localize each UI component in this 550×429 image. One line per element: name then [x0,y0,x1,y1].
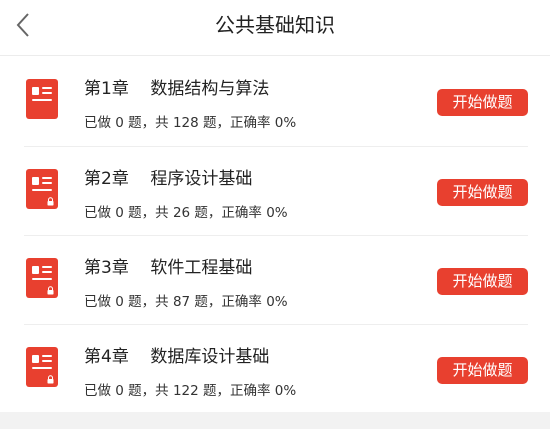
locked-document-icon [26,169,58,209]
chapter-stats: 已做 0 题，共 122 题，正确率 0% [84,383,297,399]
chapter-item: 第1章 数据结构与算法 已做 0 题，共 128 题，正确率 0% 开始做题 [24,57,528,146]
page-title: 公共基础知识 [215,13,335,37]
chapter-stats: 已做 0 题，共 128 题，正确率 0% [84,115,297,131]
chapter-title: 第3章 软件工程基础 [84,258,253,278]
chapter-title: 第2章 程序设计基础 [84,169,253,189]
start-practice-button[interactable]: 开始做题 [437,357,528,384]
locked-document-icon [26,258,58,298]
chapter-stats: 已做 0 题，共 26 题，正确率 0% [84,205,288,221]
header-bar: 公共基础知识 [0,0,550,56]
chapter-stats: 已做 0 题，共 87 题，正确率 0% [84,294,288,310]
lock-icon [47,197,54,206]
lock-icon [47,286,54,295]
footer-bar [0,412,550,429]
chapter-item: 第4章 数据库设计基础 已做 0 题，共 122 题，正确率 0% 开始做题 [24,324,528,413]
chapter-item: 第3章 软件工程基础 已做 0 题，共 87 题，正确率 0% 开始做题 [24,235,528,324]
chapter-list: 第1章 数据结构与算法 已做 0 题，共 128 题，正确率 0% 开始做题 第… [0,57,550,413]
chapter-title: 第1章 数据结构与算法 [84,79,270,99]
document-icon [26,79,58,119]
lock-icon [47,375,54,384]
chapter-item: 第2章 程序设计基础 已做 0 题，共 26 题，正确率 0% 开始做题 [24,146,528,235]
chapter-title: 第4章 数据库设计基础 [84,347,270,367]
start-practice-button[interactable]: 开始做题 [437,89,528,116]
start-practice-button[interactable]: 开始做题 [437,179,528,206]
start-practice-button[interactable]: 开始做题 [437,268,528,295]
locked-document-icon [26,347,58,387]
